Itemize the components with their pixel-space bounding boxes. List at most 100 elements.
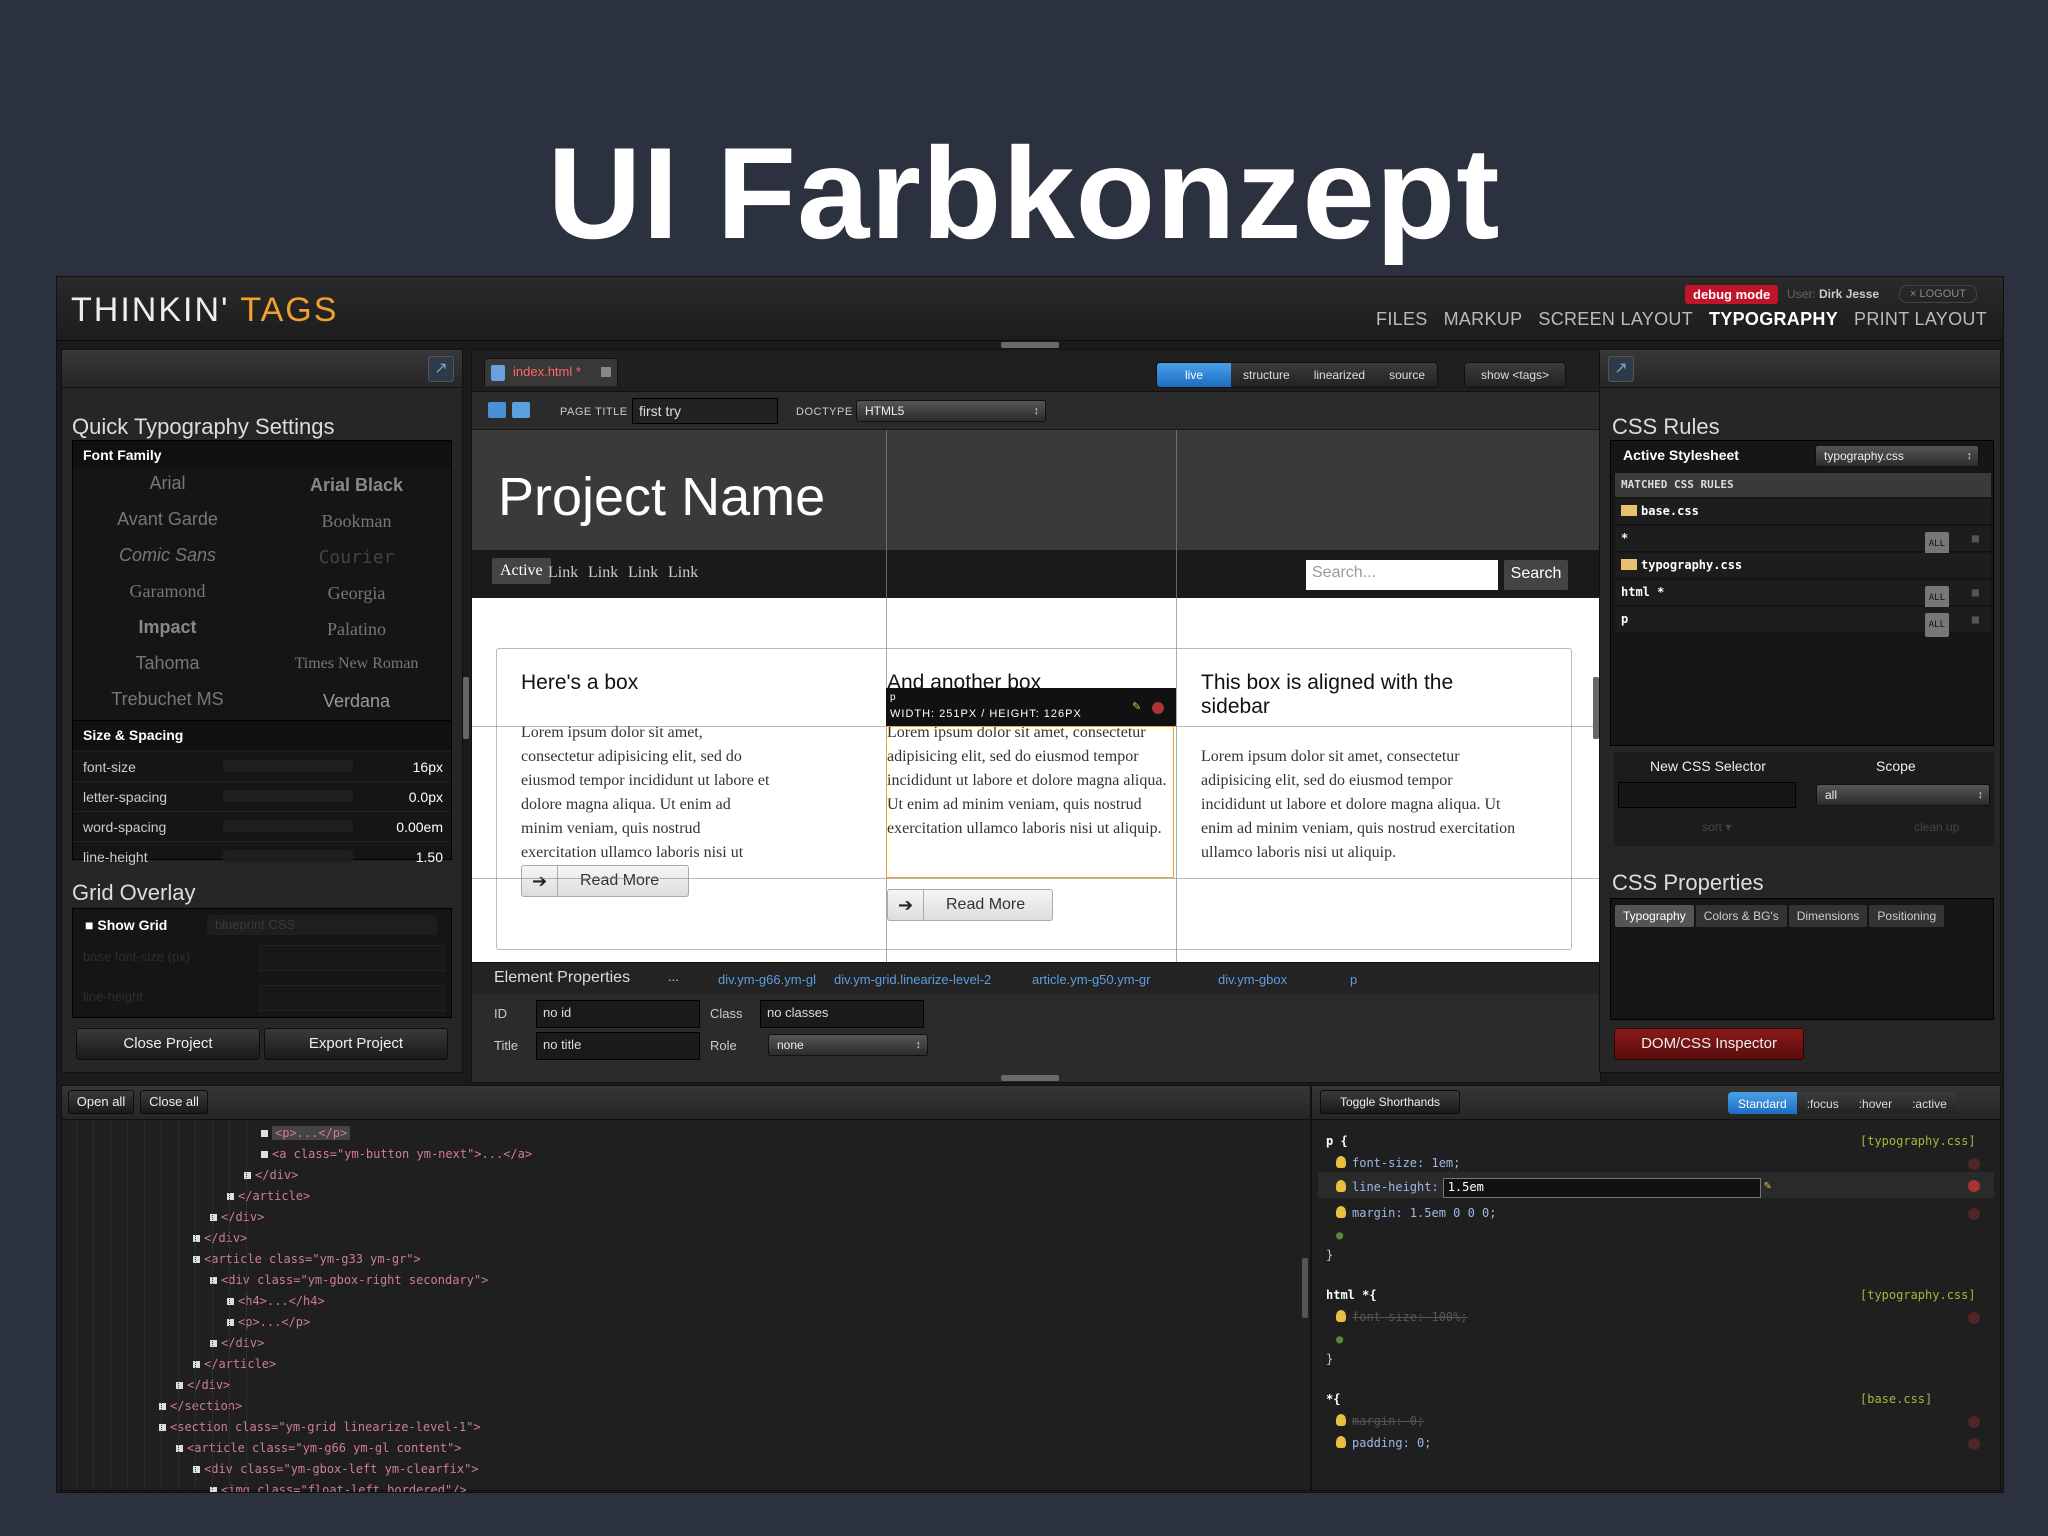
nav-markup[interactable]: MARKUP <box>1444 309 1523 330</box>
preview-nav-link[interactable]: Link <box>548 564 578 582</box>
css-declaration[interactable]: padding: 0; <box>1336 1436 1431 1450</box>
add-declaration-icon[interactable]: ● <box>1336 1332 1343 1346</box>
read-more-button-1[interactable]: ➔ Read More <box>521 865 689 897</box>
css-value-input[interactable]: 1.5em <box>1442 1178 1761 1198</box>
sort-button[interactable]: sort ▾ <box>1702 820 1731 834</box>
doctype-select[interactable]: HTML5 <box>856 400 1046 422</box>
dom-tree-node[interactable]: <a class="ym-button ym-next">...</a> <box>261 1147 532 1161</box>
nav-typography[interactable]: TYPOGRAPHY <box>1709 309 1838 330</box>
remove-icon[interactable] <box>1152 702 1164 714</box>
dom-tree-node[interactable]: </div> <box>210 1336 264 1350</box>
nav-print-layout[interactable]: PRINT LAYOUT <box>1854 309 1987 330</box>
open-all-button[interactable]: Open all <box>68 1090 134 1114</box>
grid-select[interactable]: blueprint CSS <box>207 915 437 935</box>
class-input[interactable]: no classes <box>760 1000 924 1028</box>
remove-declaration-icon[interactable] <box>1968 1312 1980 1324</box>
font-option[interactable]: Arial Black <box>262 475 451 496</box>
lock-icon[interactable]: ■ <box>1972 580 1979 604</box>
setting-slider[interactable] <box>223 760 353 772</box>
css-declaration[interactable]: margin: 0; <box>1336 1414 1424 1428</box>
setting-slider[interactable] <box>223 790 353 802</box>
font-option[interactable]: Trebuchet MS <box>73 689 262 710</box>
file-tab[interactable]: index.html * <box>484 358 618 386</box>
property-tab[interactable]: Colors & BG's <box>1695 905 1787 927</box>
id-input[interactable]: no id <box>536 1000 700 1028</box>
read-more-button-2[interactable]: ➔ Read More <box>887 889 1053 921</box>
close-all-button[interactable]: Close all <box>140 1090 208 1114</box>
setting-value[interactable]: 16px <box>413 759 443 775</box>
copy-icon[interactable] <box>512 402 530 418</box>
setting-slider[interactable] <box>223 820 353 832</box>
font-option[interactable]: Garamond <box>73 581 262 602</box>
dom-tree-node[interactable]: <article class="ym-g66 ym-gl content"> <box>176 1441 462 1455</box>
breadcrumb-item[interactable]: article.ym-g50.ym-gr <box>1032 972 1150 987</box>
lightbulb-icon[interactable] <box>1336 1414 1346 1426</box>
css-rule-row[interactable]: html * ALL ■ <box>1615 580 1991 610</box>
active-stylesheet-select[interactable]: typography.css <box>1815 445 1979 467</box>
font-option[interactable]: Tahoma <box>73 653 262 674</box>
resize-handle-left[interactable] <box>463 677 469 739</box>
dom-tree-node[interactable]: </div> <box>210 1210 264 1224</box>
preview-search-input[interactable]: Search... <box>1306 560 1498 590</box>
font-option[interactable]: Courier <box>262 547 451 568</box>
font-option[interactable]: Palatino <box>262 619 451 640</box>
font-option[interactable]: Avant Garde <box>73 509 262 530</box>
property-tab[interactable]: Positioning <box>1869 905 1945 927</box>
dom-tree-node[interactable]: <p>...</p> <box>261 1126 351 1140</box>
stylesheet-row[interactable]: typography.css <box>1615 553 1991 579</box>
dom-tree-node[interactable]: <div class="ym-gbox-right secondary"> <box>210 1273 488 1287</box>
dom-tree-node[interactable]: </div> <box>193 1231 247 1245</box>
nav-files[interactable]: FILES <box>1376 309 1428 330</box>
remove-declaration-icon[interactable] <box>1968 1208 1980 1220</box>
nav-screen-layout[interactable]: SCREEN LAYOUT <box>1538 309 1693 330</box>
preview-nav-link[interactable]: Link <box>588 564 618 582</box>
preview-column-3[interactable]: This box is aligned with the sidebar Lor… <box>1175 649 1573 949</box>
view-mode-source[interactable]: source <box>1377 363 1438 387</box>
dom-tree-node[interactable]: <section class="ym-grid linearize-level-… <box>159 1420 481 1434</box>
dom-tree-node[interactable]: </article> <box>227 1189 310 1203</box>
resize-handle-bottom[interactable] <box>1001 1075 1059 1081</box>
pin-icon[interactable]: ↗ <box>1608 356 1634 382</box>
line-height-input[interactable] <box>259 985 445 1011</box>
css-selector-line[interactable]: *{ <box>1326 1392 1340 1406</box>
stylesheet-row[interactable]: base.css <box>1615 499 1991 525</box>
lightbulb-icon[interactable] <box>1336 1206 1346 1218</box>
toggle-shorthands-button[interactable]: Toggle Shorthands <box>1320 1090 1460 1114</box>
lightbulb-icon[interactable] <box>1336 1436 1346 1448</box>
css-declaration[interactable]: line-height: 1.5em ✎ <box>1336 1178 1771 1198</box>
role-select[interactable]: none <box>768 1034 928 1056</box>
pin-icon[interactable]: ↗ <box>428 356 454 382</box>
dom-tree-node[interactable]: <img class="float-left bordered"/> <box>210 1483 467 1492</box>
css-declaration[interactable]: font-size: 100%; <box>1336 1310 1468 1324</box>
close-project-button[interactable]: Close Project <box>76 1028 260 1060</box>
setting-value[interactable]: 1.50 <box>416 849 443 865</box>
dom-tree-scrollbar[interactable] <box>1302 1258 1308 1318</box>
font-option[interactable]: Bookman <box>262 511 451 532</box>
dom-tree-node[interactable]: <article class="ym-g33 ym-gr"> <box>193 1252 421 1266</box>
css-source-file[interactable]: [base.css] <box>1860 1392 1932 1406</box>
css-source-file[interactable]: [typography.css] <box>1860 1134 1976 1148</box>
scope-select[interactable]: all <box>1816 784 1990 806</box>
show-tags-toggle[interactable]: show <tags> <box>1464 362 1567 388</box>
font-option[interactable]: Arial <box>73 473 262 494</box>
tree-toggle-icon[interactable] <box>261 1151 268 1158</box>
clean-up-button[interactable]: clean up <box>1914 820 1959 834</box>
css-declaration[interactable]: font-size: 1em; <box>1336 1156 1460 1170</box>
preview-search-button[interactable]: Search <box>1504 560 1568 590</box>
edit-pencil-icon[interactable]: ✎ <box>1132 700 1142 713</box>
dom-tree-node[interactable]: <p>...</p> <box>227 1315 310 1329</box>
logout-button[interactable]: × LOGOUT <box>1899 285 1977 303</box>
property-tab[interactable]: Dimensions <box>1788 905 1868 927</box>
edit-pencil-icon[interactable]: ✎ <box>1764 1178 1771 1192</box>
css-source-file[interactable]: [typography.css] <box>1860 1288 1976 1302</box>
css-rule-row[interactable]: * ALL ■ <box>1615 526 1991 556</box>
dom-tree-node[interactable]: </article> <box>193 1357 276 1371</box>
dom-tree-node[interactable]: </div> <box>176 1378 230 1392</box>
css-selector-line[interactable]: html *{ <box>1326 1288 1377 1302</box>
new-selector-input[interactable] <box>1618 782 1796 808</box>
property-tab[interactable]: Typography <box>1615 905 1694 927</box>
dom-tree-node[interactable]: </div> <box>244 1168 298 1182</box>
css-selector-line[interactable]: p { <box>1326 1134 1348 1148</box>
breadcrumb-item[interactable]: p <box>1350 972 1357 987</box>
resize-handle-top[interactable] <box>1001 342 1059 348</box>
